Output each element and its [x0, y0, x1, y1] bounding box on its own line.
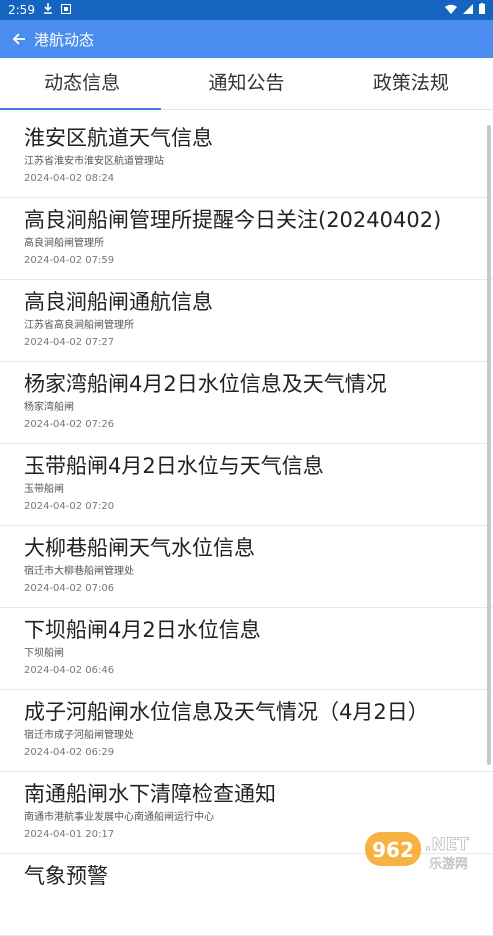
item-source: 高良涧船闸管理所 — [24, 238, 104, 249]
list-item[interactable]: 高良涧船闸通航信息 江苏省高良涧船闸管理所 2024-04-02 07:27 — [0, 280, 493, 362]
watermark-logo: 962 .NET 乐游网 — [365, 832, 470, 872]
watermark-brand: 962 — [372, 838, 414, 862]
item-time: 2024-04-02 08:24 — [24, 173, 115, 184]
item-title: 南通船闸水下清障检查通知 — [24, 782, 276, 806]
watermark-suffix: .NET — [425, 835, 469, 855]
scrollbar[interactable] — [487, 125, 491, 765]
page-title: 港航动态 — [34, 30, 95, 49]
wifi-icon — [445, 3, 457, 17]
item-time: 2024-04-02 07:26 — [24, 419, 115, 430]
item-source: 江苏省高良涧船闸管理所 — [24, 320, 134, 331]
item-title: 玉带船闸4月2日水位与天气信息 — [24, 454, 324, 478]
news-list: 淮安区航道天气信息 江苏省淮安市淮安区航道管理站 2024-04-02 08:2… — [0, 110, 493, 936]
tab-policies[interactable]: 政策法规 — [329, 58, 493, 109]
list-item[interactable]: 大柳巷船闸天气水位信息 宿迁市大柳巷船闸管理处 2024-04-02 07:06 — [0, 526, 493, 608]
item-time: 2024-04-02 07:20 — [24, 501, 115, 512]
list-item[interactable]: 成子河船闸水位信息及天气情况（4月2日） 宿迁市成子河船闸管理处 2024-04… — [0, 690, 493, 772]
status-bar: 2:59 — [0, 0, 493, 20]
item-time: 2024-04-02 07:06 — [24, 583, 115, 594]
download-icon — [43, 3, 53, 17]
battery-icon — [479, 3, 485, 17]
tab-notices[interactable]: 通知公告 — [164, 58, 328, 109]
item-time: 2024-04-02 07:27 — [24, 337, 115, 348]
item-source: 下坝船闸 — [24, 648, 64, 659]
item-title: 成子河船闸水位信息及天气情况（4月2日） — [24, 700, 429, 724]
item-time: 2024-04-02 06:29 — [24, 747, 115, 758]
list-item[interactable]: 淮安区航道天气信息 江苏省淮安市淮安区航道管理站 2024-04-02 08:2… — [0, 116, 493, 198]
tab-bar: 动态信息 通知公告 政策法规 — [0, 58, 493, 110]
item-time: 2024-04-02 06:46 — [24, 665, 115, 676]
item-source: 宿迁市大柳巷船闸管理处 — [24, 566, 134, 577]
item-source: 江苏省淮安市淮安区航道管理站 — [24, 156, 164, 167]
list-item[interactable]: 杨家湾船闸4月2日水位信息及天气情况 杨家湾船闸 2024-04-02 07:2… — [0, 362, 493, 444]
list-item[interactable]: 高良涧船闸管理所提醒今日关注(20240402) 高良涧船闸管理所 2024-0… — [0, 198, 493, 280]
item-title: 淮安区航道天气信息 — [24, 126, 213, 150]
app-bar: 港航动态 — [0, 20, 493, 58]
item-source: 玉带船闸 — [24, 484, 64, 495]
watermark-subtitle: 乐游网 — [429, 857, 468, 872]
list-item[interactable]: 玉带船闸4月2日水位与天气信息 玉带船闸 2024-04-02 07:20 — [0, 444, 493, 526]
item-source: 南通市港航事业发展中心南通船闸运行中心 — [24, 812, 214, 823]
item-title: 下坝船闸4月2日水位信息 — [24, 618, 261, 642]
tab-dynamic-info[interactable]: 动态信息 — [0, 58, 164, 109]
item-title: 大柳巷船闸天气水位信息 — [24, 536, 255, 560]
item-title: 高良涧船闸通航信息 — [24, 290, 213, 314]
item-time: 2024-04-02 07:59 — [24, 255, 115, 266]
item-source: 宿迁市成子河船闸管理处 — [24, 730, 134, 741]
item-title: 杨家湾船闸4月2日水位信息及天气情况 — [24, 372, 387, 396]
status-time: 2:59 — [8, 3, 35, 17]
item-title: 高良涧船闸管理所提醒今日关注(20240402) — [24, 208, 442, 232]
back-arrow-icon[interactable] — [8, 28, 30, 50]
item-source: 杨家湾船闸 — [24, 402, 74, 413]
active-tab-indicator — [0, 108, 161, 110]
list-item[interactable]: 下坝船闸4月2日水位信息 下坝船闸 2024-04-02 06:46 — [0, 608, 493, 690]
signal-icon — [463, 3, 473, 17]
notification-icon — [60, 3, 71, 17]
